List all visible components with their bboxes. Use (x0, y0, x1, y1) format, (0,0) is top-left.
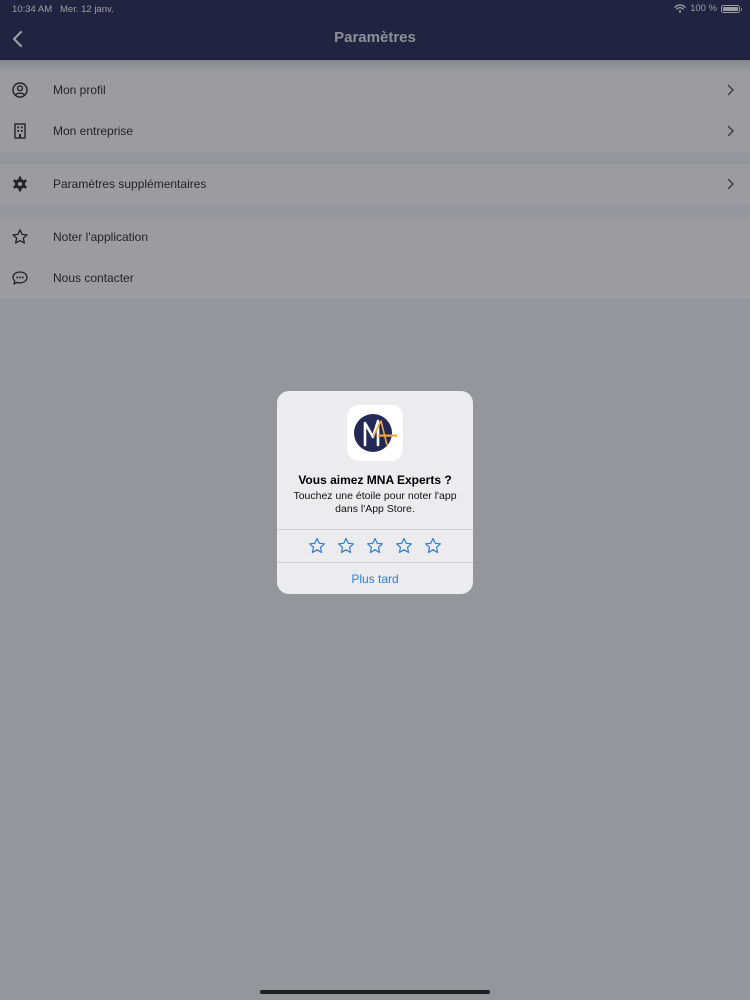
rating-star-4[interactable] (394, 536, 414, 556)
alert-title: Vous aimez MNA Experts ? (298, 473, 452, 487)
rating-star-2[interactable] (336, 536, 356, 556)
alert-divider (277, 562, 473, 563)
alert-message: Touchez une étoile pour noter l'app dans… (293, 490, 457, 515)
later-button[interactable]: Plus tard (277, 572, 473, 586)
rating-alert: Vous aimez MNA Experts ? Touchez une éto… (277, 391, 473, 594)
app-icon (347, 405, 403, 461)
rating-stars (277, 536, 473, 558)
rating-star-3[interactable] (365, 536, 385, 556)
rating-star-5[interactable] (423, 536, 443, 556)
alert-divider (277, 529, 473, 530)
mna-logo-icon (354, 414, 397, 452)
home-indicator[interactable] (260, 990, 490, 994)
rating-star-1[interactable] (307, 536, 327, 556)
